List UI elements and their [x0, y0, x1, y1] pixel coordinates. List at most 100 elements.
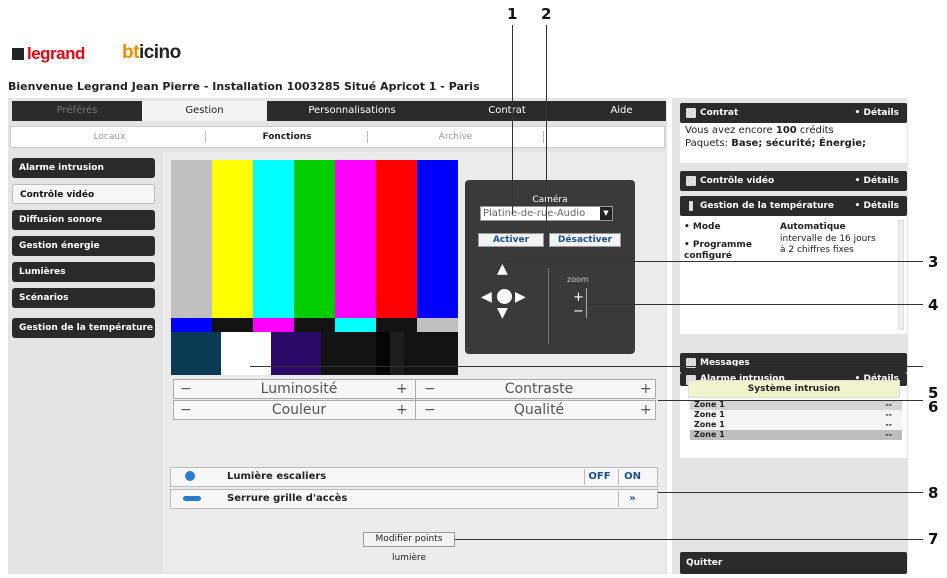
- qualite-label: Qualité: [513, 402, 565, 418]
- messages-header: Messages: [680, 353, 907, 373]
- credits-suffix: crédits: [796, 125, 834, 136]
- tab-gestion[interactable]: Gestion: [142, 101, 267, 121]
- contrat-credits: Vous avez encore 100 crédits: [685, 125, 834, 136]
- lock-open-button[interactable]: »: [618, 491, 646, 507]
- couleur-minus-button[interactable]: −: [180, 401, 192, 419]
- subtab-label: Archive: [438, 132, 473, 142]
- video-header: Contrôle vidéo • Détails: [680, 171, 907, 191]
- menu-label: Gestion de la température: [19, 323, 154, 333]
- callout-1: 1: [507, 5, 518, 23]
- camera-label: Caméra: [532, 195, 568, 205]
- video-feed: [171, 160, 458, 375]
- zone-name: Zone 1: [694, 400, 725, 409]
- temp-header: Gestion de la température • Détails: [680, 196, 907, 216]
- contraste-plus-button[interactable]: +: [640, 380, 652, 398]
- tab-label: Préférés: [56, 105, 98, 116]
- menu-alarme-intrusion[interactable]: Alarme intrusion: [12, 158, 155, 178]
- deactivate-button[interactable]: Désactiver: [549, 233, 621, 247]
- bticino-logo-a: bt: [122, 42, 139, 63]
- packages-value: Base; sécurité; Énergie;: [731, 138, 867, 149]
- menu-diffusion-sonore[interactable]: Diffusion sonore: [12, 210, 155, 230]
- callout-7: 7: [928, 530, 939, 548]
- activate-button[interactable]: Activer: [478, 233, 544, 247]
- pan-right-icon[interactable]: ▶: [515, 290, 526, 304]
- tab-label: Gestion: [185, 105, 224, 116]
- zoom-slider[interactable]: [586, 288, 587, 318]
- pan-left-icon[interactable]: ◀: [481, 290, 492, 304]
- menu-controle-video[interactable]: Contrôle vidéo: [12, 184, 155, 204]
- zone-value: --: [885, 430, 892, 439]
- wrench-icon: [686, 176, 696, 186]
- video-title: Contrôle vidéo: [700, 176, 775, 186]
- zone-row: Zone 1 --: [690, 400, 902, 410]
- menu-label: Diffusion sonore: [19, 215, 103, 225]
- couleur-plus-button[interactable]: +: [396, 401, 408, 419]
- callout-line-5: [250, 366, 923, 367]
- callout-line-1: [512, 25, 513, 215]
- zone-value: --: [885, 410, 892, 419]
- qualite-minus-button[interactable]: −: [424, 401, 436, 419]
- light-off-button[interactable]: OFF: [584, 469, 614, 485]
- alarme-system-label: Système intrusion: [688, 380, 900, 398]
- temp-details-link[interactable]: • Détails: [855, 196, 899, 216]
- subtab-locaux[interactable]: Locaux: [12, 128, 207, 146]
- video-details-link[interactable]: • Détails: [855, 171, 899, 191]
- adjust-divider: [415, 379, 416, 420]
- lock-row: Serrure grille d'accès »: [170, 489, 658, 509]
- menu-label: Scénarios: [19, 293, 69, 303]
- subtab-archive[interactable]: Archive: [368, 128, 543, 146]
- temp-mode-value: Automatique: [780, 222, 846, 232]
- pan-down-icon[interactable]: ▼: [497, 306, 508, 320]
- lock-label: Serrure grille d'accès: [227, 493, 348, 504]
- temp-mode-key: • Mode: [684, 222, 721, 232]
- zoom-in-button[interactable]: +: [573, 290, 584, 305]
- subtab-divider: [205, 131, 206, 143]
- tab-preferes[interactable]: Préférés: [12, 101, 142, 121]
- zoom-out-button[interactable]: −: [573, 304, 584, 319]
- menu-gestion-temperature[interactable]: Gestion de la température: [12, 318, 155, 338]
- contraste-minus-button[interactable]: −: [424, 380, 436, 398]
- temp-scrollbar[interactable]: [898, 220, 904, 330]
- modify-points-button[interactable]: Modifier points: [363, 532, 455, 547]
- zone-name: Zone 1: [694, 430, 725, 439]
- light-row: Lumière escaliers OFF ON: [170, 467, 658, 487]
- menu-scenarios[interactable]: Scénarios: [12, 288, 155, 308]
- luminosite-plus-button[interactable]: +: [396, 380, 408, 398]
- menu-gestion-energie[interactable]: Gestion énergie: [12, 236, 155, 256]
- tab-contrat[interactable]: Contrat: [437, 101, 578, 121]
- credits-prefix: Vous avez encore: [685, 125, 776, 136]
- callout-line-6: [658, 400, 923, 401]
- quit-button[interactable]: Quitter: [680, 552, 907, 574]
- tab-aide[interactable]: Aide: [577, 101, 666, 121]
- key-icon: [183, 496, 201, 501]
- chevron-down-icon: ▼: [600, 207, 612, 220]
- callout-8: 8: [928, 484, 939, 502]
- contrat-details-link[interactable]: • Détails: [855, 103, 899, 123]
- callout-line-2: [546, 25, 547, 235]
- contrat-header: Contrat • Détails: [680, 103, 907, 123]
- packages-prefix: Paquets:: [685, 138, 732, 149]
- legrand-logo: legrand: [12, 44, 85, 64]
- pan-center-icon[interactable]: [497, 289, 512, 304]
- subtab-fonctions[interactable]: Fonctions: [207, 128, 367, 146]
- camera-select-value: Platine-de-rue-Audio: [483, 208, 586, 219]
- callout-line-7: [455, 539, 923, 540]
- luminosite-minus-button[interactable]: −: [180, 380, 192, 398]
- contrat-packages: Paquets: Base; sécurité; Énergie;: [685, 138, 866, 149]
- tab-label: Contrat: [488, 105, 526, 116]
- callout-line-8: [658, 492, 923, 493]
- subtab-divider: [543, 131, 544, 143]
- callout-4: 4: [928, 296, 939, 314]
- menu-lumieres[interactable]: Lumières: [12, 262, 155, 282]
- zone-name: Zone 1: [694, 420, 725, 429]
- zone-row: Zone 1 --: [690, 420, 902, 430]
- tab-label: Aide: [610, 105, 633, 116]
- pan-up-icon[interactable]: ▲: [497, 262, 508, 276]
- welcome-text: Bienvenue Legrand Jean Pierre - Installa…: [8, 80, 480, 93]
- contrat-title: Contrat: [700, 108, 739, 118]
- light-on-button[interactable]: ON: [618, 469, 646, 485]
- tab-personnalisations[interactable]: Personnalisations: [267, 101, 438, 121]
- qualite-plus-button[interactable]: +: [640, 401, 652, 419]
- temp-program-key: • Programme configuré: [684, 240, 752, 261]
- zone-value: --: [885, 400, 892, 409]
